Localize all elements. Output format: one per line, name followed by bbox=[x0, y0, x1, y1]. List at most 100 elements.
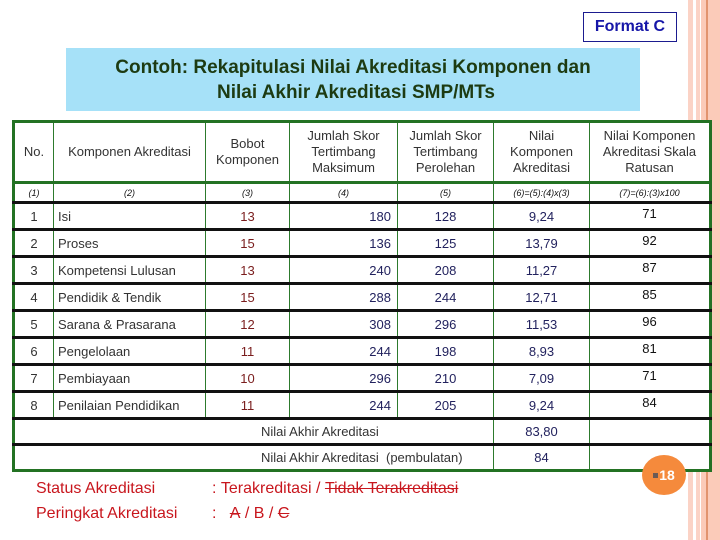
cell-ratusan: 96 bbox=[589, 310, 711, 339]
cell-ratusan: 87 bbox=[589, 256, 711, 285]
cell-perolehan: 210 bbox=[397, 364, 494, 393]
page-number-badge: 18 bbox=[642, 455, 686, 495]
cell-komponen: Proses bbox=[53, 229, 206, 258]
cell-nilai: 8,93 bbox=[493, 337, 590, 366]
cell-perolehan: 125 bbox=[397, 229, 494, 258]
grade-separator: : bbox=[212, 505, 230, 522]
cell-komponen: Isi bbox=[53, 202, 206, 231]
cell-maksimum: 244 bbox=[289, 391, 398, 420]
status-slash: / bbox=[311, 480, 325, 497]
cell-no: 1 bbox=[13, 202, 54, 231]
cell-nilai: 11,53 bbox=[493, 310, 590, 339]
cell-bobot: 15 bbox=[205, 229, 290, 258]
cell-ratusan: 85 bbox=[589, 283, 711, 312]
table-row: 5 Sarana & Prasarana 12 308 296 11,53 96 bbox=[13, 310, 711, 339]
cell-bobot: 12 bbox=[205, 310, 290, 339]
cell-no: 8 bbox=[13, 391, 54, 420]
column-number: (1) bbox=[13, 182, 54, 204]
cell-perolehan: 208 bbox=[397, 256, 494, 285]
grade-c-struck: C bbox=[277, 505, 290, 522]
grade-row: Peringkat Akreditasi : A / B / C bbox=[36, 501, 458, 526]
cell-bobot: 10 bbox=[205, 364, 290, 393]
table-row: 6 Pengelolaan 11 244 198 8,93 81 bbox=[13, 337, 711, 366]
table-row: 8 Penilaian Pendidikan 11 244 205 9,24 8… bbox=[13, 391, 711, 420]
header-ratusan: Nilai Komponen Akreditasi Skala Ratusan bbox=[589, 121, 711, 184]
cell-ratusan: 81 bbox=[589, 337, 711, 366]
cell-no: 7 bbox=[13, 364, 54, 393]
header-no: No. bbox=[13, 121, 54, 184]
summary-label: Nilai Akhir Akreditasi bbox=[13, 418, 494, 446]
status-row: Status Akreditasi : Terakreditasi / Tida… bbox=[36, 476, 458, 501]
grade-slash: / bbox=[264, 505, 278, 522]
summary-label: Nilai Akhir Akreditasi (pembulatan) bbox=[13, 444, 494, 471]
cell-komponen: Pendidik & Tendik bbox=[53, 283, 206, 312]
column-number: (4) bbox=[289, 182, 398, 204]
page-title: Contoh: Rekapitulasi Nilai Akreditasi Ko… bbox=[66, 48, 640, 111]
recap-table: No. Komponen Akreditasi Bobot Komponen J… bbox=[12, 120, 712, 472]
status-label: Status Akreditasi bbox=[36, 480, 156, 497]
summary-value: 84 bbox=[493, 444, 590, 471]
cell-perolehan: 205 bbox=[397, 391, 494, 420]
header-row: No. Komponen Akreditasi Bobot Komponen J… bbox=[13, 121, 711, 184]
title-line-2: Nilai Akhir Akreditasi SMP/MTs bbox=[216, 82, 496, 103]
cell-maksimum: 240 bbox=[289, 256, 398, 285]
grade-b: B bbox=[253, 505, 265, 522]
cell-ratusan: 92 bbox=[589, 229, 711, 258]
cell-maksimum: 136 bbox=[289, 229, 398, 258]
cell-komponen: Sarana & Prasarana bbox=[53, 310, 206, 339]
column-number: (5) bbox=[397, 182, 494, 204]
cell-nilai: 13,79 bbox=[493, 229, 590, 258]
cell-bobot: 11 bbox=[205, 337, 290, 366]
status-accredited: Terakreditasi bbox=[220, 480, 312, 497]
bullet-icon bbox=[653, 472, 659, 478]
header-bobot: Bobot Komponen bbox=[205, 121, 290, 184]
cell-no: 2 bbox=[13, 229, 54, 258]
accreditation-status-block: Status Akreditasi : Terakreditasi / Tida… bbox=[36, 476, 458, 526]
table-row: 7 Pembiayaan 10 296 210 7,09 71 bbox=[13, 364, 711, 393]
cell-perolehan: 198 bbox=[397, 337, 494, 366]
column-number-row: (1) (2) (3) (4) (5) (6)=(5):(4)x(3) (7)=… bbox=[13, 182, 711, 204]
cell-ratusan: 84 bbox=[589, 391, 711, 420]
cell-no: 6 bbox=[13, 337, 54, 366]
grade-a-struck: A bbox=[229, 505, 241, 522]
summary-value: 83,80 bbox=[493, 418, 590, 446]
column-number: (2) bbox=[53, 182, 206, 204]
cell-bobot: 13 bbox=[205, 256, 290, 285]
header-perolehan: Jumlah Skor Tertimbang Perolehan bbox=[397, 121, 494, 184]
cell-perolehan: 244 bbox=[397, 283, 494, 312]
cell-no: 3 bbox=[13, 256, 54, 285]
column-number: (7)=(6):(3)x100 bbox=[589, 182, 711, 204]
summary-row-final-score: Nilai Akhir Akreditasi 83,80 bbox=[13, 418, 711, 446]
column-number: (6)=(5):(4)x(3) bbox=[493, 182, 590, 204]
summary-empty-cell bbox=[589, 418, 711, 446]
header-nilai: Nilai Komponen Akreditasi bbox=[493, 121, 590, 184]
title-line-1: Contoh: Rekapitulasi Nilai Akreditasi Ko… bbox=[115, 57, 591, 78]
cell-no: 5 bbox=[13, 310, 54, 339]
cell-nilai: 9,24 bbox=[493, 391, 590, 420]
cell-nilai: 7,09 bbox=[493, 364, 590, 393]
cell-bobot: 15 bbox=[205, 283, 290, 312]
cell-bobot: 11 bbox=[205, 391, 290, 420]
cell-ratusan: 71 bbox=[589, 202, 711, 231]
format-badge: Format C bbox=[583, 12, 677, 42]
header-maksimum: Jumlah Skor Tertimbang Maksimum bbox=[289, 121, 398, 184]
cell-nilai: 9,24 bbox=[493, 202, 590, 231]
status-not-accredited-struck: Tidak Terakreditasi bbox=[324, 480, 459, 497]
table-row: 3 Kompetensi Lulusan 13 240 208 11,27 87 bbox=[13, 256, 711, 285]
cell-perolehan: 296 bbox=[397, 310, 494, 339]
table-row: 4 Pendidik & Tendik 15 288 244 12,71 85 bbox=[13, 283, 711, 312]
cell-komponen: Pembiayaan bbox=[53, 364, 206, 393]
cell-komponen: Pengelolaan bbox=[53, 337, 206, 366]
cell-no: 4 bbox=[13, 283, 54, 312]
column-number: (3) bbox=[205, 182, 290, 204]
cell-maksimum: 180 bbox=[289, 202, 398, 231]
cell-komponen: Penilaian Pendidikan bbox=[53, 391, 206, 420]
header-komponen: Komponen Akreditasi bbox=[53, 121, 206, 184]
table-row: 1 Isi 13 180 128 9,24 71 bbox=[13, 202, 711, 231]
cell-maksimum: 296 bbox=[289, 364, 398, 393]
cell-maksimum: 244 bbox=[289, 337, 398, 366]
status-separator: : bbox=[212, 480, 221, 497]
grade-slash: / bbox=[240, 505, 254, 522]
cell-bobot: 13 bbox=[205, 202, 290, 231]
page-number: 18 bbox=[659, 467, 675, 483]
